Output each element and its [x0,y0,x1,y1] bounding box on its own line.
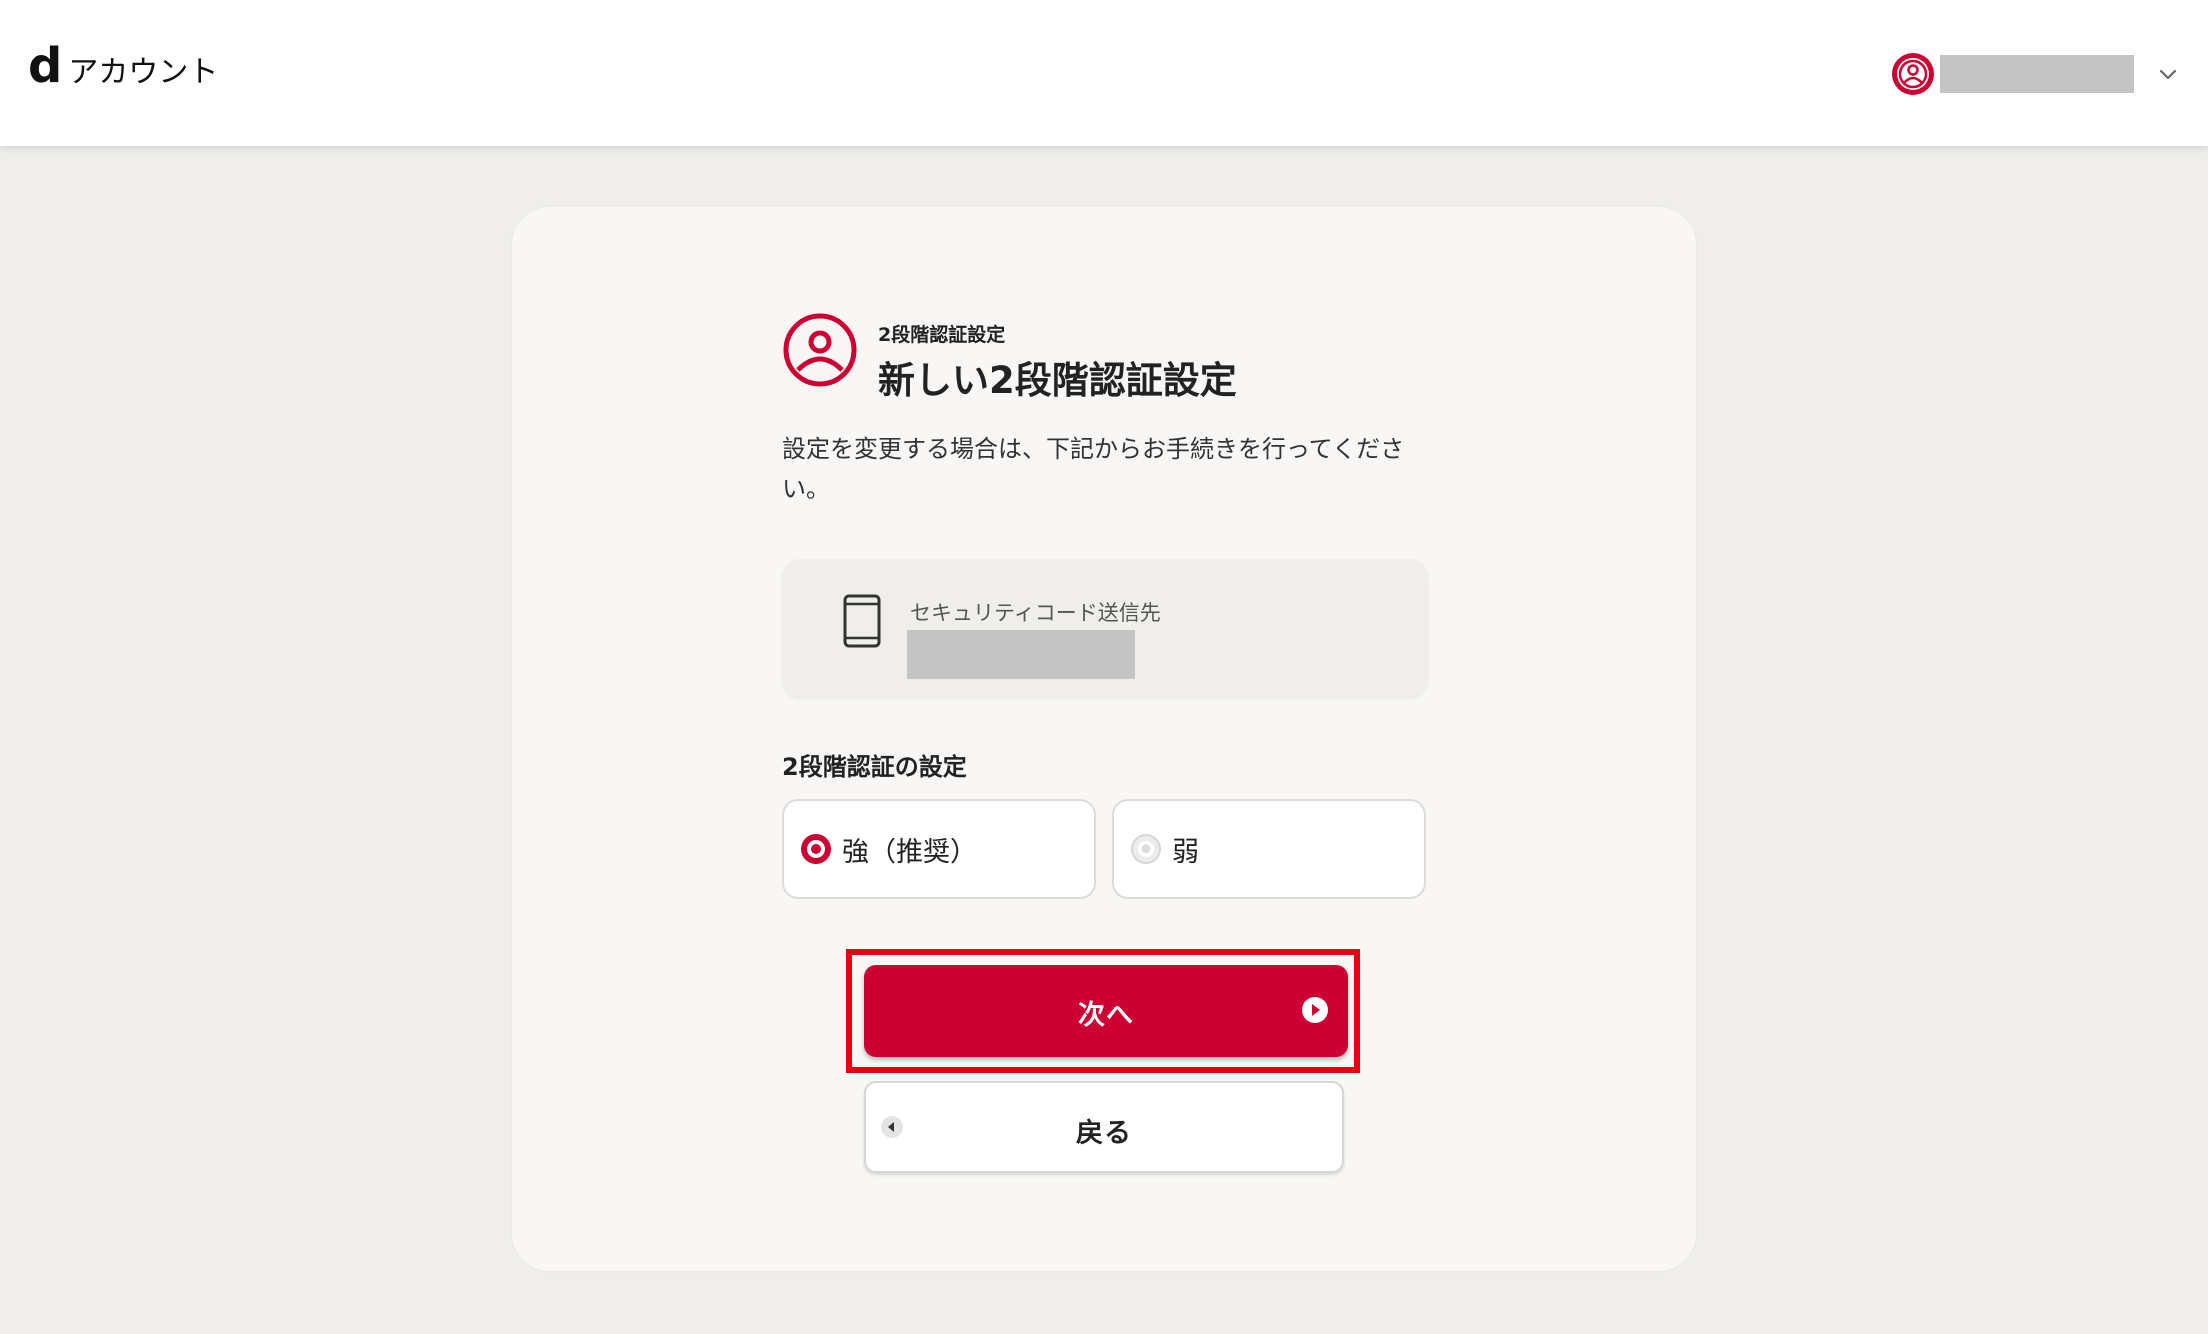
back-button[interactable]: 戻る [864,1081,1344,1173]
page-subtitle: 2段階認証設定 [878,324,1006,346]
destination-value-redacted [907,630,1135,679]
description-text: 設定を変更する場合は、下記からお手続きを行ってください。 [782,435,1405,503]
radio-selected-icon[interactable] [800,833,832,865]
d-account-logo[interactable]: d アカウント [28,42,219,92]
destination-label: セキュリティコード送信先 [910,601,1161,625]
chevron-down-icon[interactable] [2156,62,2180,86]
security-code-destination: セキュリティコード送信先 [782,559,1428,697]
smartphone-icon [843,594,881,648]
option-weak[interactable]: 弱 [1112,799,1426,899]
site-header: d アカウント [0,0,2208,146]
page-title: 新しい2段階認証設定 [878,359,1237,402]
two-factor-setting-label: 2段階認証の設定 [782,753,967,781]
logo-text: アカウント [68,55,219,90]
arrow-right-circle-icon [1302,997,1328,1023]
user-menu[interactable] [1890,50,2180,98]
radio-unselected-icon[interactable] [1130,833,1162,865]
user-circle-icon [783,313,857,387]
back-button-label: 戻る [1076,1118,1132,1148]
account-icon [1892,53,1934,95]
next-button-label: 次へ [1078,1000,1134,1030]
next-button[interactable]: 次へ [864,965,1348,1057]
logo-mark: d [28,38,63,94]
settings-card: 2段階認証設定 新しい2段階認証設定 設定を変更する場合は、下記からお手続きを行… [510,205,1698,1273]
option-strong-label: 強（推奨） [842,836,977,868]
user-name-redacted [1940,55,2134,93]
option-weak-label: 弱 [1172,836,1199,868]
option-strong-recommended[interactable]: 強（推奨） [782,799,1096,899]
